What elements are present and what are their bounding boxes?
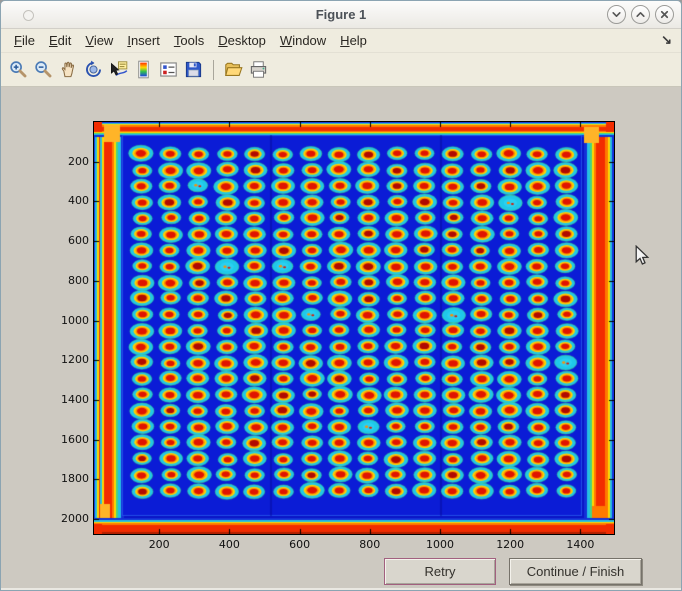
y-tick-label: 1400 (37, 393, 89, 406)
window-menu-icon[interactable] (23, 10, 34, 21)
legend-icon[interactable] (157, 58, 180, 81)
save-icon[interactable] (182, 58, 205, 81)
x-tick-label: 400 (205, 538, 253, 551)
menu-item-desktop[interactable]: Desktop (211, 31, 273, 50)
x-tick-label: 200 (135, 538, 183, 551)
zoom-out-icon[interactable] (32, 58, 55, 81)
chevron-up-icon (635, 9, 646, 20)
y-tick-label: 800 (37, 274, 89, 287)
rotate-3d-icon[interactable] (82, 58, 105, 81)
figure-window: Figure 1 FileEditViewInsertToolsDesktopW… (0, 0, 682, 591)
chevron-down-icon (611, 9, 622, 20)
x-tick-label: 800 (346, 538, 394, 551)
menu-item-help[interactable]: Help (333, 31, 374, 50)
pan-icon[interactable] (57, 58, 80, 81)
heatmap-image (94, 122, 614, 534)
titlebar[interactable]: Figure 1 (1, 1, 681, 29)
zoom-in-icon[interactable] (7, 58, 30, 81)
menu-item-edit[interactable]: Edit (42, 31, 78, 50)
x-tick-label: 1400 (556, 538, 604, 551)
y-tick-label: 1800 (37, 472, 89, 485)
toolbar-separator (213, 60, 214, 80)
menu-item-tools[interactable]: Tools (167, 31, 211, 50)
y-tick-label: 1000 (37, 314, 89, 327)
colorbar-icon[interactable] (132, 58, 155, 81)
close-icon (659, 9, 670, 20)
y-tick-label: 400 (37, 194, 89, 207)
y-tick-label: 600 (37, 234, 89, 247)
toolbar (1, 52, 681, 87)
x-tick-label: 600 (276, 538, 324, 551)
menu-item-view[interactable]: View (78, 31, 120, 50)
plot-axes[interactable] (93, 121, 615, 535)
y-tick-label: 1200 (37, 353, 89, 366)
continue-finish-button[interactable]: Continue / Finish (509, 558, 642, 585)
window-title: Figure 1 (1, 7, 681, 22)
menu-item-window[interactable]: Window (273, 31, 333, 50)
shade-button[interactable] (607, 5, 626, 24)
maximize-button[interactable] (631, 5, 650, 24)
menubar: FileEditViewInsertToolsDesktopWindowHelp… (1, 29, 681, 52)
x-tick-label: 1200 (486, 538, 534, 551)
window-controls (607, 5, 674, 24)
menu-item-file[interactable]: File (7, 31, 42, 50)
mouse-cursor-icon (634, 245, 650, 267)
retry-button[interactable]: Retry (384, 558, 496, 585)
menu-overflow-arrow-icon[interactable]: ↘ (661, 32, 672, 48)
y-tick-label: 1600 (37, 433, 89, 446)
y-tick-label: 200 (37, 155, 89, 168)
figure-canvas-area: Retry Continue / Finish 200 400 600 800 1000… (1, 87, 681, 591)
menu-item-insert[interactable]: Insert (120, 31, 167, 50)
close-button[interactable] (655, 5, 674, 24)
y-tick-label: 2000 (37, 512, 89, 525)
x-tick-label: 1000 (416, 538, 464, 551)
data-cursor-icon[interactable] (107, 58, 130, 81)
open-icon[interactable] (222, 58, 245, 81)
print-icon[interactable] (247, 58, 270, 81)
